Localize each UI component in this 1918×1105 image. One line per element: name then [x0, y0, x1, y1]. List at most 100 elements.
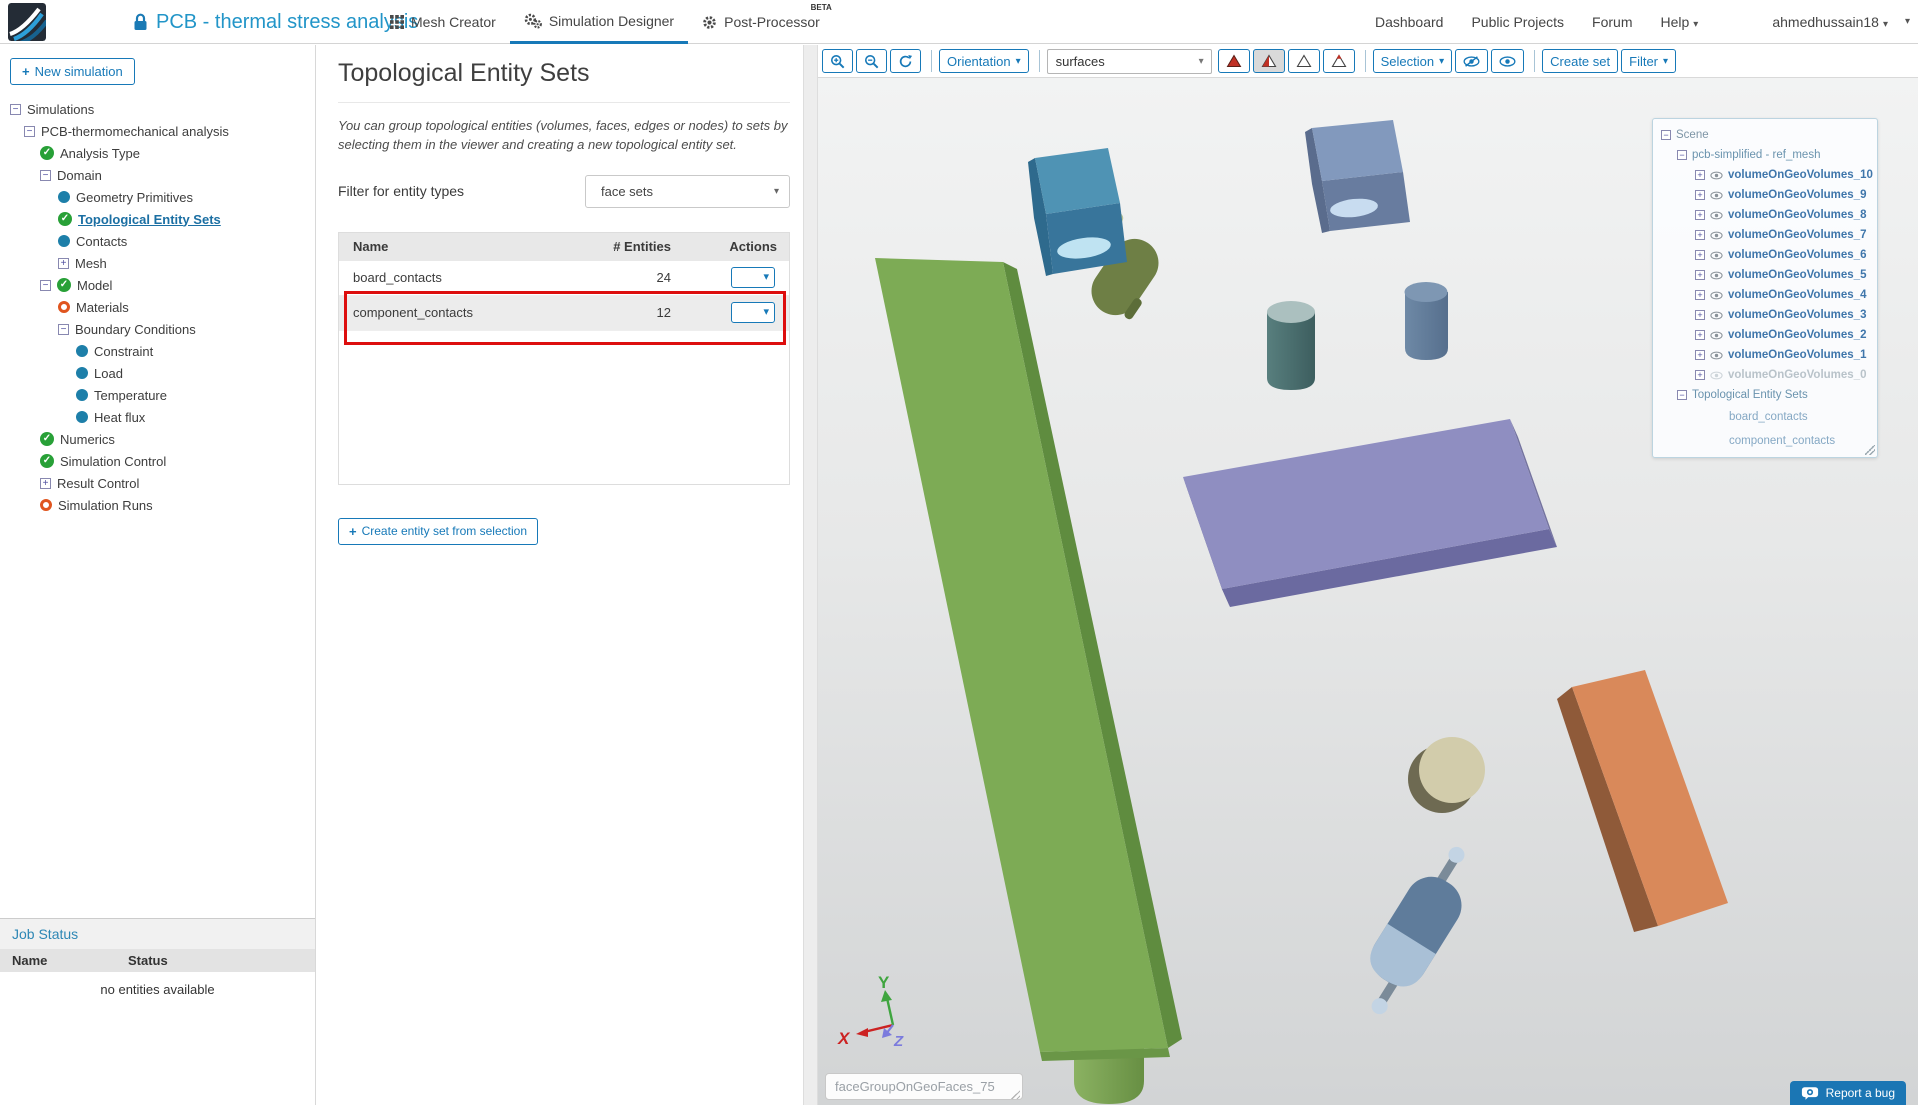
- scene-tree-volume[interactable]: + volumeOnGeoVolumes_1: [1657, 345, 1873, 365]
- orientation-dropdown[interactable]: Orientation ▾: [939, 49, 1029, 73]
- expand-icon[interactable]: +: [1695, 210, 1705, 220]
- expand-icon[interactable]: +: [1695, 170, 1705, 180]
- scene-tree-overlay[interactable]: − Scene − pcb-simplified - ref_mesh + volum…: [1652, 118, 1878, 458]
- nav-public-projects[interactable]: Public Projects: [1471, 14, 1564, 30]
- report-bug-button[interactable]: Report a bug: [1789, 1081, 1906, 1105]
- scene-tree-set-board-contacts[interactable]: board_contacts: [1657, 405, 1873, 429]
- filter-dropdown[interactable]: Filter ▾: [1621, 49, 1677, 73]
- tree-item-simulations[interactable]: − Simulations: [0, 98, 315, 120]
- entity-type-select[interactable]: face sets ▾: [585, 174, 790, 208]
- scene-tree-root[interactable]: − Scene: [1657, 125, 1873, 145]
- eye-icon[interactable]: [1710, 351, 1723, 360]
- expand-icon[interactable]: +: [1695, 290, 1705, 300]
- scene-tree-volume[interactable]: + volumeOnGeoVolumes_3: [1657, 305, 1873, 325]
- select-nodes-button[interactable]: [1322, 49, 1355, 73]
- row-actions-dropdown[interactable]: [731, 302, 775, 324]
- create-entity-set-button[interactable]: + Create entity set from selection: [338, 517, 538, 545]
- tree-item-geometry-primitives[interactable]: Geometry Primitives: [0, 186, 315, 208]
- eye-icon[interactable]: [1710, 251, 1723, 260]
- expand-icon[interactable]: +: [58, 257, 69, 269]
- steel-cylinder-3d[interactable]: [1404, 282, 1449, 360]
- show-selection-button[interactable]: [1491, 49, 1525, 73]
- tab-simulation-designer[interactable]: Simulation Designer: [509, 0, 689, 44]
- tree-item-result-control[interactable]: + Result Control: [0, 472, 315, 494]
- expand-icon[interactable]: +: [1695, 270, 1705, 280]
- expand-icon[interactable]: +: [40, 477, 51, 489]
- expand-icon[interactable]: +: [1695, 370, 1705, 380]
- tree-item-materials[interactable]: Materials: [0, 296, 315, 318]
- table-row-component-contacts[interactable]: component_contacts 12: [339, 295, 789, 331]
- collapse-icon[interactable]: −: [24, 125, 35, 137]
- display-mode-select[interactable]: surfaces ▾: [1046, 48, 1212, 74]
- tree-item-mesh[interactable]: + Mesh: [0, 252, 315, 274]
- expand-icon[interactable]: +: [1695, 250, 1705, 260]
- tree-item-heat-flux[interactable]: Heat flux: [0, 406, 315, 428]
- tree-item-analysis-type[interactable]: Analysis Type: [0, 142, 315, 164]
- tree-item-simulation-control[interactable]: Simulation Control: [0, 450, 315, 472]
- collapse-icon[interactable]: −: [58, 323, 69, 335]
- collapse-icon[interactable]: −: [10, 103, 21, 115]
- scene-tree-volume[interactable]: + volumeOnGeoVolumes_5: [1657, 265, 1873, 285]
- nav-forum[interactable]: Forum: [1592, 14, 1632, 30]
- eye-icon[interactable]: [1710, 311, 1723, 320]
- create-set-button[interactable]: Create set: [1542, 49, 1619, 73]
- tree-item-numerics[interactable]: Numerics: [0, 428, 315, 450]
- eye-icon[interactable]: [1710, 271, 1723, 280]
- collapse-icon[interactable]: −: [1677, 390, 1687, 400]
- pcb-board-3d[interactable]: [875, 258, 1182, 1104]
- select-edges-button[interactable]: [1287, 49, 1320, 73]
- expand-icon[interactable]: +: [1695, 330, 1705, 340]
- collapse-icon[interactable]: −: [40, 169, 51, 181]
- teal-cylinder-3d[interactable]: [1267, 301, 1315, 390]
- eye-icon[interactable]: [1710, 171, 1723, 180]
- orange-box-3d[interactable]: [1557, 670, 1728, 932]
- tab-mesh-creator[interactable]: Mesh Creator: [376, 0, 510, 44]
- collapse-icon[interactable]: −: [1661, 130, 1671, 140]
- tree-item-simulation-runs[interactable]: Simulation Runs: [0, 494, 315, 516]
- collapse-icon[interactable]: −: [40, 279, 51, 291]
- expand-icon[interactable]: +: [1695, 350, 1705, 360]
- panel-resize-splitter[interactable]: [803, 45, 818, 1105]
- scene-tree-volume[interactable]: + volumeOnGeoVolumes_10: [1657, 165, 1873, 185]
- scene-tree-mesh[interactable]: − pcb-simplified - ref_mesh: [1657, 145, 1873, 165]
- selection-dropdown[interactable]: Selection ▾: [1372, 49, 1453, 73]
- eye-icon[interactable]: [1710, 331, 1723, 340]
- blue-capsule-3d[interactable]: [1344, 836, 1490, 1023]
- eye-icon[interactable]: [1710, 191, 1723, 200]
- expand-icon[interactable]: +: [1695, 230, 1705, 240]
- expand-icon[interactable]: +: [1695, 310, 1705, 320]
- scene-tree-volume[interactable]: + volumeOnGeoVolumes_8: [1657, 205, 1873, 225]
- table-row-board-contacts[interactable]: board_contacts 24: [339, 261, 789, 296]
- tree-item-load[interactable]: Load: [0, 362, 315, 384]
- collapse-icon[interactable]: −: [1677, 150, 1687, 160]
- app-logo-icon[interactable]: [8, 3, 46, 41]
- tree-item-model[interactable]: −Model: [0, 274, 315, 296]
- tree-item-constraint[interactable]: Constraint: [0, 340, 315, 362]
- new-simulation-button[interactable]: + New simulation: [10, 58, 135, 85]
- eye-icon[interactable]: [1710, 231, 1723, 240]
- scene-tree-volume[interactable]: + volumeOnGeoVolumes_7: [1657, 225, 1873, 245]
- nav-dashboard[interactable]: Dashboard: [1375, 14, 1444, 30]
- row-actions-dropdown[interactable]: [731, 267, 775, 289]
- eye-icon[interactable]: [1710, 371, 1723, 380]
- selected-face-group-input[interactable]: [825, 1073, 1023, 1100]
- select-faces-button[interactable]: [1252, 49, 1285, 73]
- tree-item-domain[interactable]: − Domain: [0, 164, 315, 186]
- resize-handle[interactable]: [1865, 445, 1875, 455]
- tree-item-pcb-analysis[interactable]: − PCB-thermomechanical analysis: [0, 120, 315, 142]
- teal-component-3d[interactable]: [1028, 148, 1168, 324]
- scene-tree-volume[interactable]: + volumeOnGeoVolumes_9: [1657, 185, 1873, 205]
- scene-tree-volume[interactable]: + volumeOnGeoVolumes_2: [1657, 325, 1873, 345]
- tree-item-temperature[interactable]: Temperature: [0, 384, 315, 406]
- scene-tree-volume[interactable]: + volumeOnGeoVolumes_4: [1657, 285, 1873, 305]
- scene-tree-entity-sets-group[interactable]: − Topological Entity Sets: [1657, 385, 1873, 405]
- hide-selection-button[interactable]: [1455, 49, 1489, 73]
- tree-item-topological-entity-sets[interactable]: Topological Entity Sets: [0, 208, 315, 230]
- zoom-in-button[interactable]: [822, 49, 853, 73]
- tree-item-boundary-conditions[interactable]: − Boundary Conditions: [0, 318, 315, 340]
- scene-tree-set-component-contacts[interactable]: component_contacts: [1657, 429, 1873, 453]
- expand-icon[interactable]: +: [1695, 190, 1705, 200]
- user-menu[interactable]: ahmedhussain18 ▾: [1772, 14, 1888, 30]
- nav-help-menu[interactable]: Help ▾: [1661, 14, 1699, 30]
- tree-item-contacts[interactable]: Contacts: [0, 230, 315, 252]
